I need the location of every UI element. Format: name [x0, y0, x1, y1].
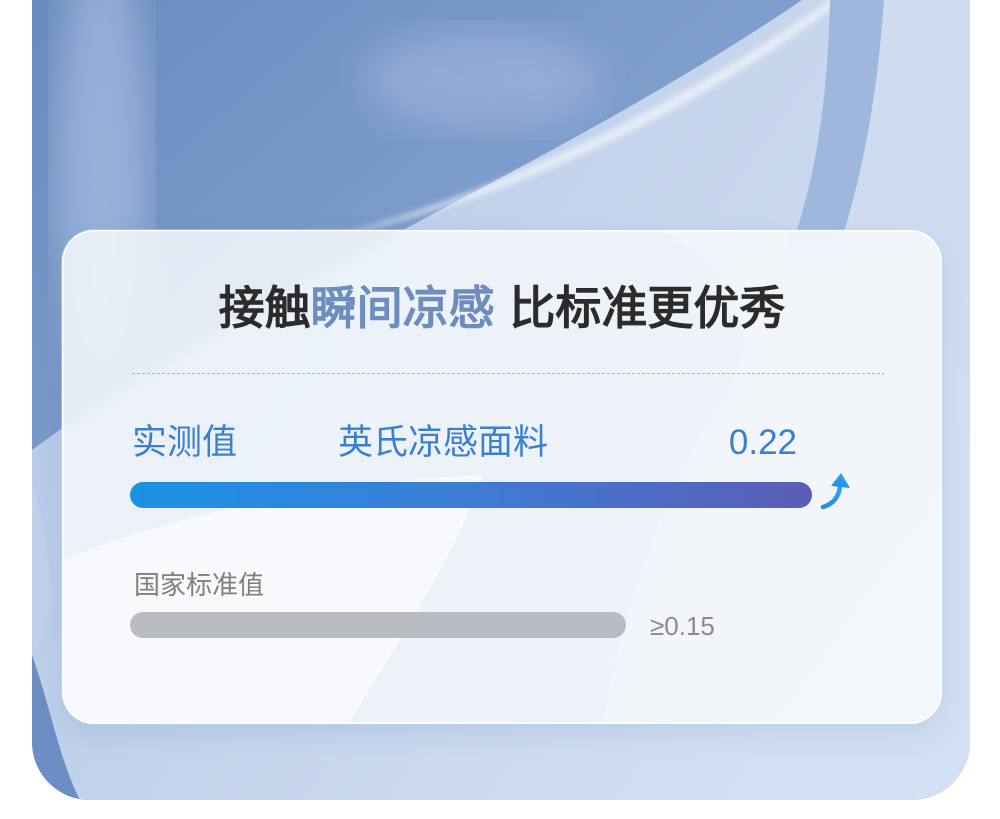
comparison-card: 接触瞬间凉感 比标准更优秀 实测值 英氏凉感面料 0.22 国家标准值 ≥0.15 [62, 230, 942, 724]
curved-arrow-up-icon [820, 473, 850, 510]
card-content: 接触瞬间凉感 比标准更优秀 实测值 英氏凉感面料 0.22 国家标准值 ≥0.15 [62, 230, 942, 724]
standard-label: 国家标准值 [134, 570, 265, 600]
title-highlight: 瞬间凉感 [310, 282, 495, 334]
title-tail: 比标准更优秀 [509, 282, 786, 334]
dashed-divider [132, 373, 884, 374]
title-lead: 接触 [218, 282, 311, 334]
bar-measured [130, 482, 812, 508]
bar-standard [130, 612, 626, 638]
measured-label: 实测值 [132, 423, 238, 462]
measured-value-label: 0.22 [728, 423, 797, 462]
page: { "chart_data": { "type": "bar", "orient… [0, 0, 1000, 819]
standard-value-label: ≥0.15 [650, 611, 715, 641]
card-title: 接触瞬间凉感 比标准更优秀 [62, 280, 942, 336]
measured-fabric-name: 英氏凉感面料 [338, 423, 549, 462]
